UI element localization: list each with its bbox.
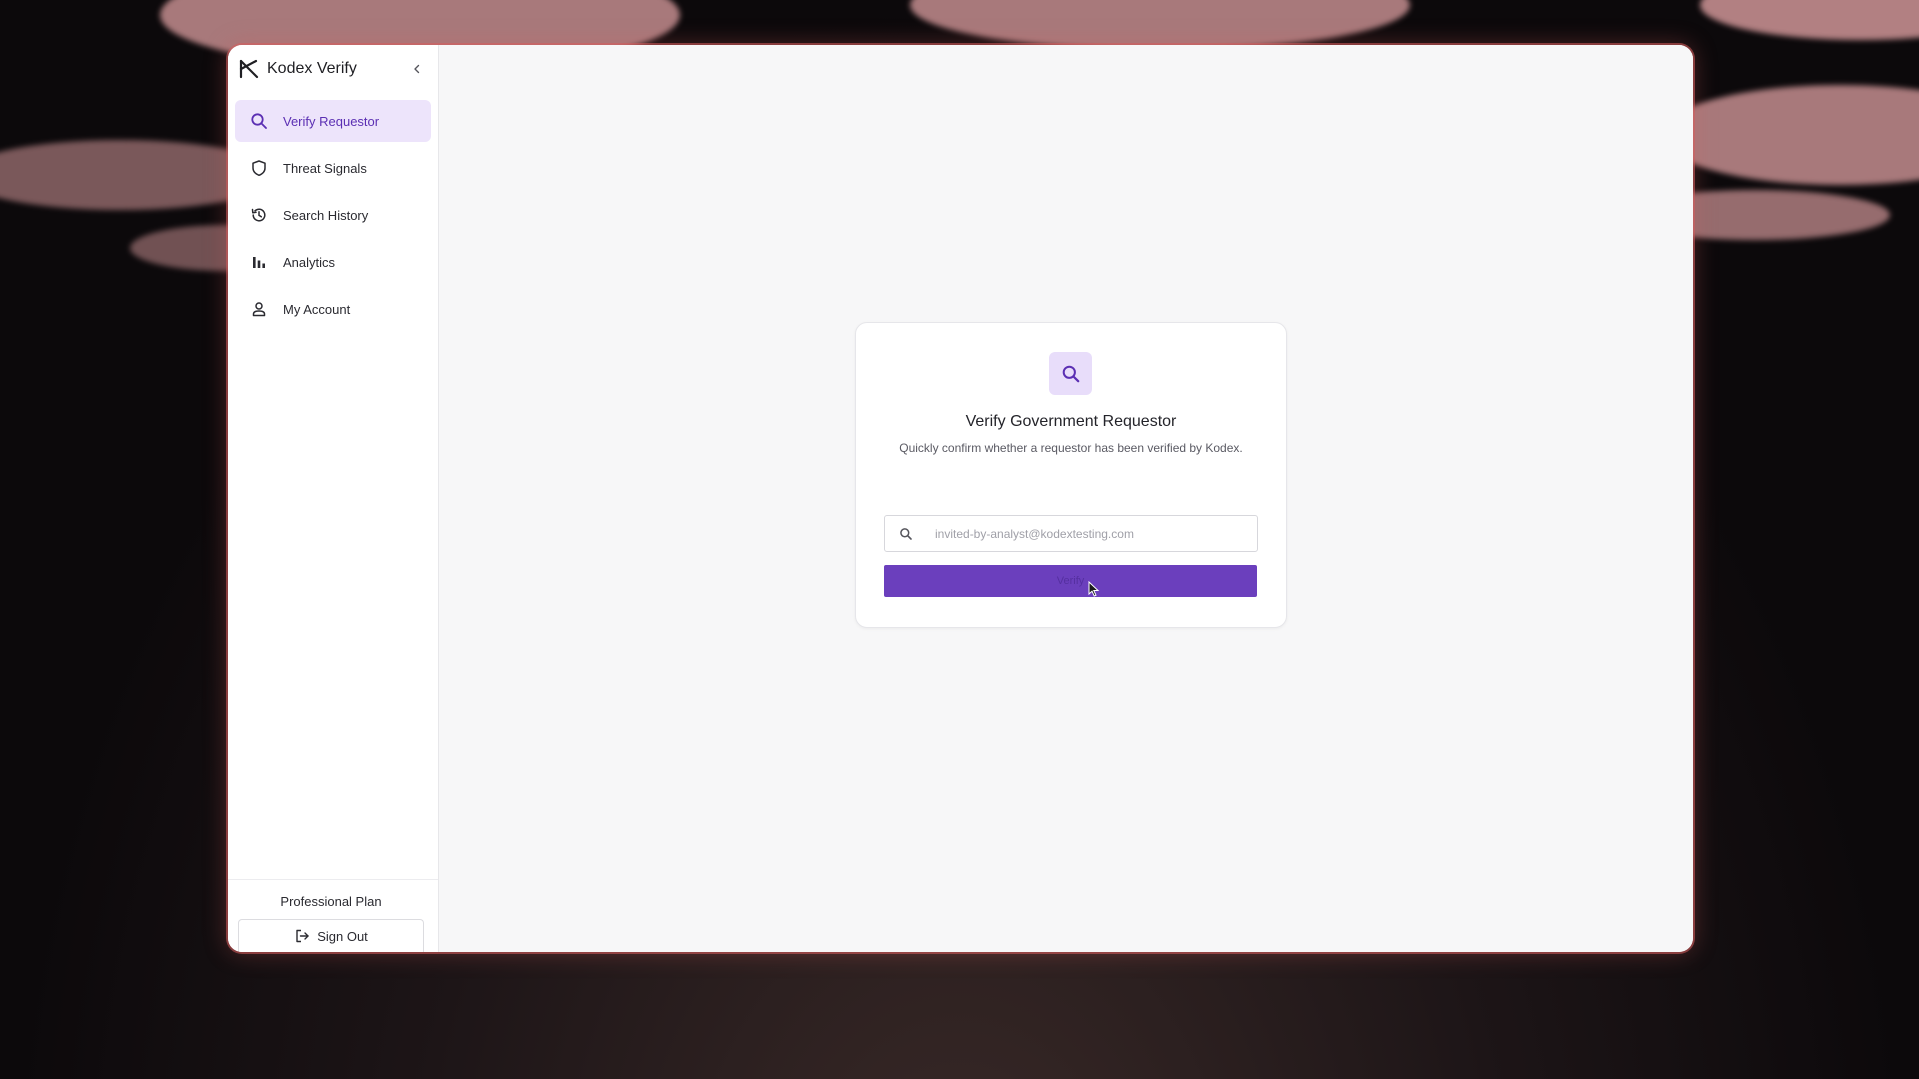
main-content: Verify Government Requestor Quickly conf… [439,45,1693,952]
kodex-logo-icon [238,58,260,80]
search-field [884,515,1258,552]
background-light [1660,85,1919,185]
user-icon [249,299,269,319]
sidebar-item-label: Verify Requestor [283,113,380,129]
sign-out-button[interactable]: Sign Out [238,919,424,952]
sidebar-item-analytics[interactable]: Analytics [235,241,431,283]
sign-out-label: Sign Out [317,928,368,944]
sidebar: Kodex Verify Verify Requestor Threat Sig… [228,45,439,952]
history-icon [249,205,269,225]
sidebar-item-verify-requestor[interactable]: Verify Requestor [235,100,431,142]
brand-header: Kodex Verify [228,48,438,90]
background-light [1700,0,1919,40]
sidebar-item-threat-signals[interactable]: Threat Signals [235,147,431,189]
search-icon [249,111,269,131]
sidebar-item-label: Analytics [283,254,336,270]
app-name: Kodex Verify [267,60,357,77]
verify-button-label: Verify [1056,575,1085,587]
sidebar-item-my-account[interactable]: My Account [235,288,431,330]
sidebar-item-label: Search History [283,207,369,223]
sidebar-footer: Professional Plan Sign Out [228,879,438,952]
page-title: Verify Government Requestor [965,413,1177,430]
shield-icon [249,158,269,178]
page-subtitle: Quickly confirm whether a requestor has … [899,441,1243,455]
sign-out-icon [294,928,310,944]
verify-button[interactable]: Verify [884,565,1257,597]
plan-label: Professional Plan [280,894,382,909]
background-light [910,0,1410,50]
chevron-left-icon[interactable] [406,58,428,80]
search-icon [1049,352,1092,395]
sidebar-nav: Verify Requestor Threat Signals Search H… [228,100,438,335]
bar-chart-icon [249,252,269,272]
search-input[interactable] [933,515,1257,552]
search-icon [898,526,914,542]
sidebar-item-label: My Account [283,301,351,317]
app-window: Kodex Verify Verify Requestor Threat Sig… [228,45,1693,952]
verify-card: Verify Government Requestor Quickly conf… [855,322,1287,628]
mouse-cursor-icon [1088,580,1100,597]
sidebar-item-search-history[interactable]: Search History [235,194,431,236]
sidebar-item-label: Threat Signals [283,160,367,176]
